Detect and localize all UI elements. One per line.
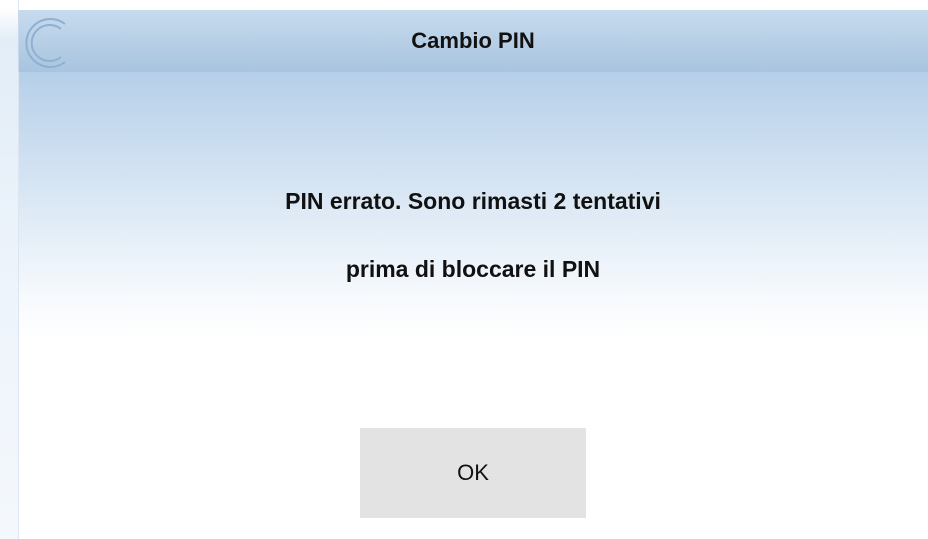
left-edge [0, 0, 19, 539]
pin-change-dialog: Cambio PIN PIN errato. Sono rimasti 2 te… [0, 0, 928, 539]
dialog-title: Cambio PIN [411, 28, 535, 53]
top-border [0, 0, 928, 10]
ok-button[interactable]: OK [360, 428, 586, 518]
error-message-line-1: PIN errato. Sono rimasti 2 tentativi [285, 188, 661, 214]
error-message-line-2: prima di bloccare il PIN [345, 256, 601, 282]
